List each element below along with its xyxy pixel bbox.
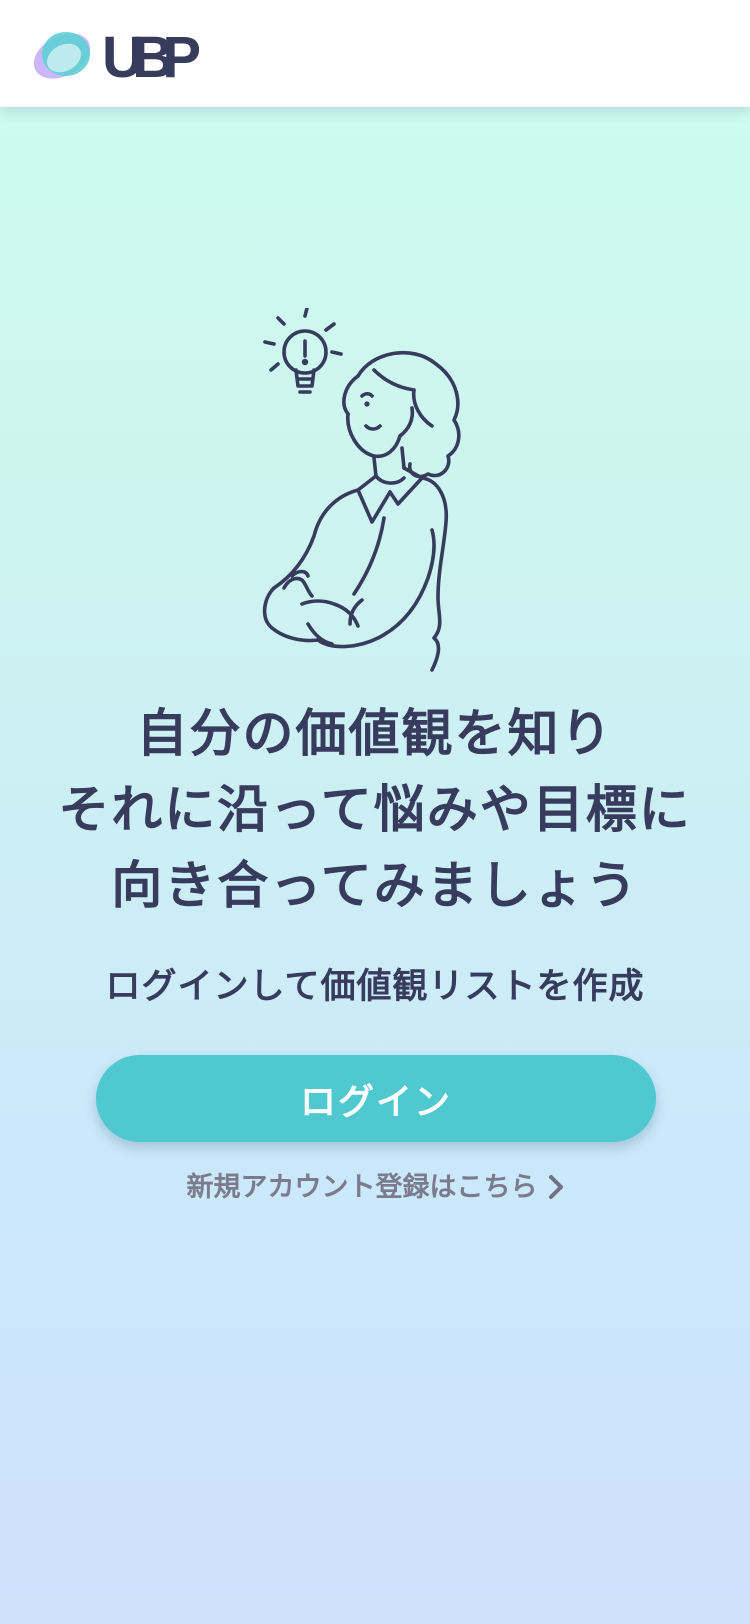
headline-line-2: それに沿って悩みや目標に	[58, 781, 692, 840]
main-headline: 自分の価値観を知り それに沿って悩みや目標に 向き合ってみましょう	[0, 697, 750, 925]
logo-mark-icon	[33, 32, 91, 79]
headline-line-1: 自分の価値観を知り	[136, 705, 614, 764]
register-account-link[interactable]: 新規アカウント登録はこちら	[0, 1168, 750, 1208]
login-button[interactable]: ログイン	[96, 1055, 656, 1142]
headline-line-3: 向き合ってみましょう	[111, 857, 639, 916]
person-with-lightbulb-illustration	[262, 308, 461, 672]
logo-text: UBP	[102, 25, 202, 84]
lightbulb-icon	[263, 308, 343, 394]
chevron-right-icon	[548, 1174, 563, 1199]
login-prompt-text: ログインして価値観リストを作成	[105, 967, 645, 1007]
ubp-logo[interactable]: UBP	[30, 24, 205, 84]
register-link-label: 新規アカウント登録はこちら	[186, 1172, 538, 1203]
app-header: UBP	[0, 0, 750, 107]
